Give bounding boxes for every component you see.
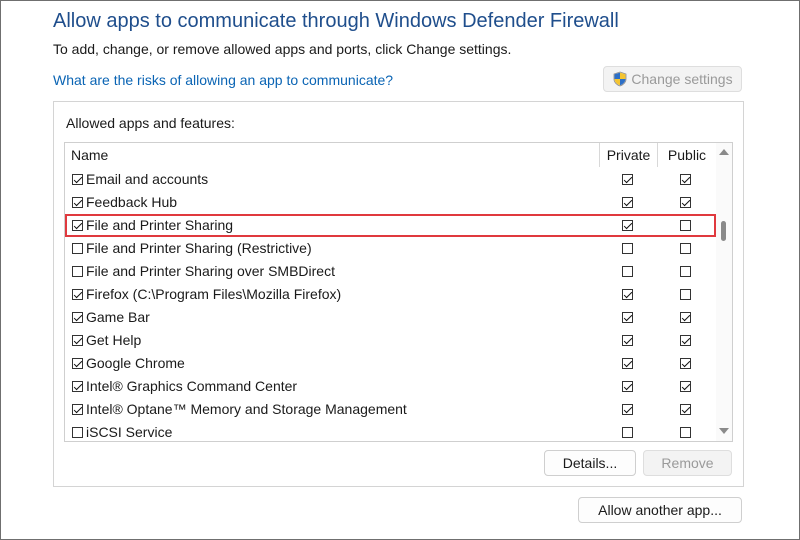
app-enabled-checkbox[interactable] [72, 289, 83, 300]
app-name: Get Help [86, 332, 142, 348]
app-row[interactable]: Intel® Graphics Command Center [65, 375, 716, 398]
public-checkbox[interactable] [680, 174, 691, 185]
public-checkbox[interactable] [680, 243, 691, 254]
page-subtitle: To add, change, or remove allowed apps a… [53, 41, 512, 57]
public-checkbox[interactable] [680, 289, 691, 300]
app-row[interactable]: Get Help [65, 329, 716, 352]
allow-another-app-button[interactable]: Allow another app... [578, 497, 742, 523]
app-enabled-checkbox[interactable] [72, 266, 83, 277]
app-row[interactable]: Intel® Optane™ Memory and Storage Manage… [65, 398, 716, 421]
public-checkbox[interactable] [680, 220, 691, 231]
private-checkbox[interactable] [622, 289, 633, 300]
allowed-apps-list[interactable]: Name Private Public Email and accounts Fe… [64, 142, 733, 442]
app-name: Feedback Hub [86, 194, 178, 210]
public-checkbox[interactable] [680, 335, 691, 346]
private-checkbox[interactable] [622, 381, 633, 392]
public-checkbox[interactable] [680, 312, 691, 323]
column-header-name[interactable]: Name [71, 143, 108, 167]
app-name: iSCSI Service [86, 424, 173, 440]
private-checkbox[interactable] [622, 335, 633, 346]
allowed-apps-group: Allowed apps and features: Name Private … [53, 101, 744, 487]
app-row[interactable]: iSCSI Service [65, 421, 716, 441]
allowed-apps-label: Allowed apps and features: [66, 115, 235, 131]
private-checkbox[interactable] [622, 404, 633, 415]
app-name: Intel® Graphics Command Center [86, 378, 298, 394]
app-enabled-checkbox[interactable] [72, 220, 83, 231]
app-row[interactable]: File and Printer Sharing over SMBDirect [65, 260, 716, 283]
app-row[interactable]: Email and accounts [65, 168, 716, 191]
app-row[interactable]: Game Bar [65, 306, 716, 329]
column-header-public[interactable]: Public [657, 143, 716, 167]
app-enabled-checkbox[interactable] [72, 174, 83, 185]
app-name: Email and accounts [86, 171, 209, 187]
private-checkbox[interactable] [622, 358, 633, 369]
private-checkbox[interactable] [622, 266, 633, 277]
public-checkbox[interactable] [680, 197, 691, 208]
app-enabled-checkbox[interactable] [72, 312, 83, 323]
firewall-allowed-apps-window: Allow apps to communicate through Window… [0, 0, 800, 540]
private-checkbox[interactable] [622, 174, 633, 185]
vertical-scrollbar[interactable] [716, 143, 732, 441]
public-checkbox[interactable] [680, 358, 691, 369]
column-header-private[interactable]: Private [599, 143, 657, 167]
private-checkbox[interactable] [622, 220, 633, 231]
app-row[interactable]: File and Printer Sharing [65, 214, 716, 237]
list-header: Name Private Public [65, 143, 716, 167]
app-name: Firefox (C:\Program Files\Mozilla Firefo… [86, 286, 342, 302]
change-settings-button[interactable]: Change settings [603, 66, 742, 92]
app-name: Game Bar [86, 309, 150, 325]
private-checkbox[interactable] [622, 243, 633, 254]
page-title: Allow apps to communicate through Window… [53, 10, 619, 32]
app-name: Google Chrome [86, 355, 185, 371]
app-enabled-checkbox[interactable] [72, 404, 83, 415]
private-checkbox[interactable] [622, 312, 633, 323]
public-checkbox[interactable] [680, 427, 691, 438]
app-row[interactable]: Firefox (C:\Program Files\Mozilla Firefo… [65, 283, 716, 306]
risks-help-link[interactable]: What are the risks of allowing an app to… [53, 72, 393, 88]
app-name: File and Printer Sharing (Restrictive) [86, 240, 312, 256]
private-checkbox[interactable] [622, 427, 633, 438]
app-name: File and Printer Sharing [86, 217, 234, 233]
scroll-down-arrow-icon[interactable] [719, 428, 729, 434]
app-row[interactable]: File and Printer Sharing (Restrictive) [65, 237, 716, 260]
app-name: File and Printer Sharing over SMBDirect [86, 263, 335, 279]
app-enabled-checkbox[interactable] [72, 381, 83, 392]
app-enabled-checkbox[interactable] [72, 243, 83, 254]
app-row[interactable]: Google Chrome [65, 352, 716, 375]
uac-shield-icon [612, 71, 628, 87]
remove-button[interactable]: Remove [643, 450, 732, 476]
change-settings-label: Change settings [631, 71, 733, 87]
app-row[interactable]: Feedback Hub [65, 191, 716, 214]
scroll-up-arrow-icon[interactable] [719, 149, 729, 155]
scroll-thumb[interactable] [721, 221, 726, 241]
app-enabled-checkbox[interactable] [72, 358, 83, 369]
app-name: Intel® Optane™ Memory and Storage Manage… [86, 401, 407, 417]
private-checkbox[interactable] [622, 197, 633, 208]
app-enabled-checkbox[interactable] [72, 335, 83, 346]
app-enabled-checkbox[interactable] [72, 427, 83, 438]
app-enabled-checkbox[interactable] [72, 197, 83, 208]
app-rows: Email and accounts Feedback Hub File and P… [65, 168, 716, 441]
public-checkbox[interactable] [680, 404, 691, 415]
details-button[interactable]: Details... [544, 450, 636, 476]
public-checkbox[interactable] [680, 381, 691, 392]
public-checkbox[interactable] [680, 266, 691, 277]
